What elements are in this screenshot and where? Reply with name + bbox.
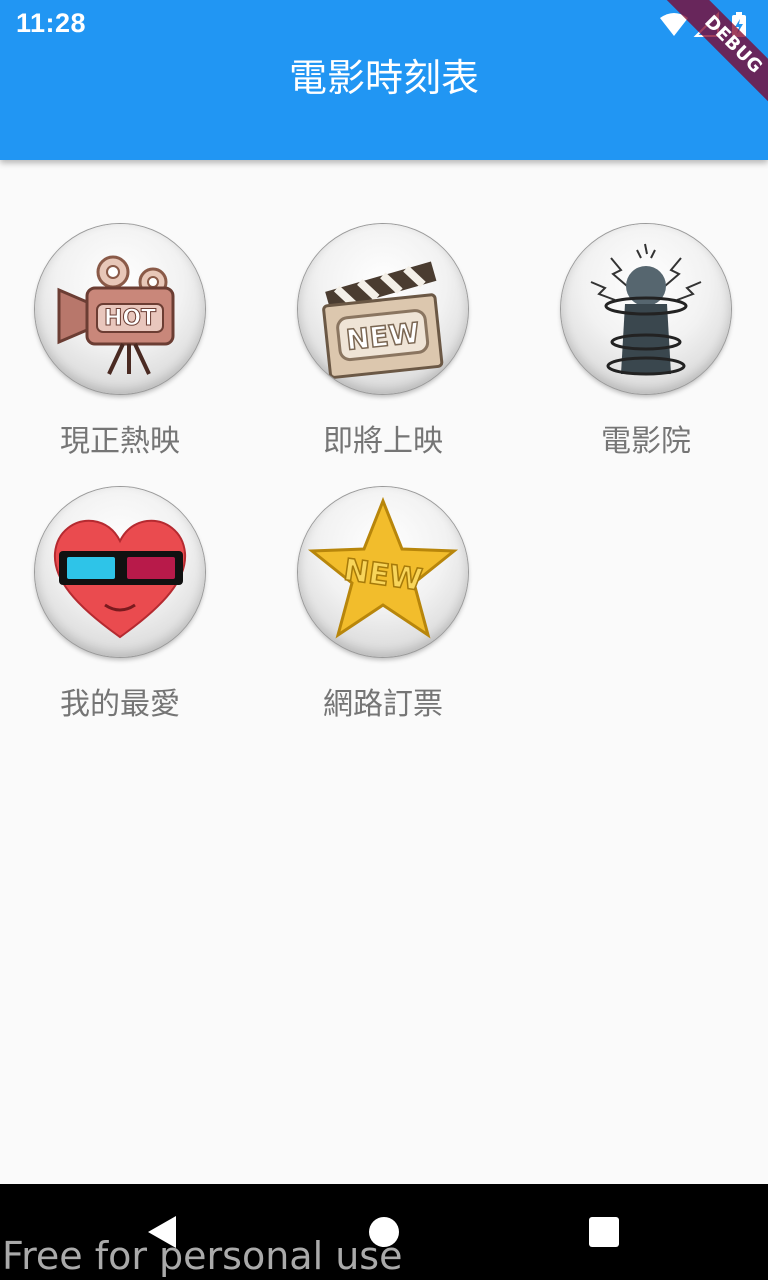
menu-item-theaters[interactable]: 電影院 [526, 160, 766, 459]
menu-item-label: 我的最愛 [60, 687, 180, 722]
status-time: 11:28 [16, 8, 87, 38]
heart-3d-glasses-icon [35, 487, 205, 657]
star-new-icon: NEW [298, 487, 468, 657]
movie-camera-hot-icon: HOT [35, 224, 205, 394]
menu-item-label: 網路訂票 [323, 687, 443, 722]
menu-item-online-booking[interactable]: NEW 網路訂票 [263, 423, 503, 722]
menu-item-coming-soon[interactable]: NEW 即將上映 [263, 160, 503, 459]
page-title: 電影時刻表 [288, 56, 479, 100]
app-bar: 11:28 電影時刻表 [0, 0, 768, 160]
menu-item-favorites[interactable]: 我的最愛 [0, 423, 240, 722]
hot-text: HOT [104, 306, 156, 331]
recents-icon[interactable] [580, 1208, 628, 1256]
menu-item-now-showing[interactable]: HOT 現正熱映 [0, 160, 240, 459]
battery-charging-icon [732, 12, 746, 37]
watermark-text: Free for personal use [2, 1234, 403, 1278]
clapperboard-new-icon: NEW [298, 224, 468, 394]
status-icons [660, 11, 746, 37]
screen: 11:28 電影時刻表 DEBUG HOT 現正熱映 NEW 即將上映 電影院 … [0, 0, 768, 1280]
signal-icon [693, 11, 719, 37]
wifi-icon [660, 13, 688, 36]
theater-tower-icon [561, 224, 731, 394]
menu-item-label: 電影院 [601, 424, 691, 459]
